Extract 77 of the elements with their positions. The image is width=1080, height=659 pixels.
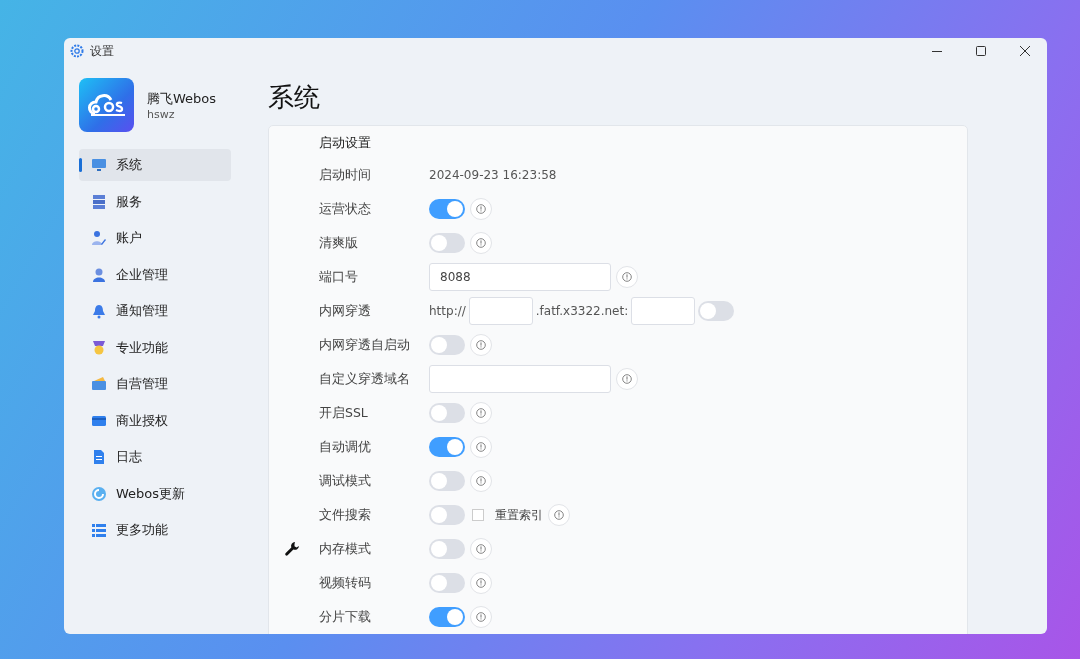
info-icon[interactable] xyxy=(470,334,492,356)
setting-label: 视频转码 xyxy=(319,574,372,592)
nav-icon xyxy=(91,339,107,356)
sidebar-item[interactable]: 自营管理 xyxy=(79,368,231,400)
app-name: 腾飞Webos xyxy=(147,89,217,108)
close-icon[interactable] xyxy=(1020,46,1030,56)
sidebar-item[interactable]: 系统 xyxy=(79,149,231,181)
info-icon[interactable] xyxy=(616,368,638,390)
setting-label: 自动调优 xyxy=(319,438,372,456)
info-icon[interactable] xyxy=(470,232,492,254)
info-icon[interactable] xyxy=(470,606,492,628)
sidebar-item[interactable]: 企业管理 xyxy=(79,258,231,291)
sidebar-item[interactable]: Webos更新 xyxy=(79,477,231,510)
app-logo xyxy=(79,78,134,132)
toggle-switch[interactable] xyxy=(429,607,465,627)
nav-icon xyxy=(91,303,107,319)
wrench-icon xyxy=(284,541,300,557)
nav-icon xyxy=(91,157,107,173)
sidebar-item[interactable]: 日志 xyxy=(79,441,231,473)
toggle-switch[interactable] xyxy=(698,301,735,321)
info-icon[interactable] xyxy=(470,470,492,492)
domain-text: .fatf.x3322.net: xyxy=(535,304,629,318)
setting-label: 自定义穿透域名 xyxy=(319,370,411,388)
setting-label: 内网穿透 xyxy=(319,302,372,320)
nav-icon xyxy=(91,449,107,465)
info-icon[interactable] xyxy=(548,504,570,526)
setting-label: 清爽版 xyxy=(319,234,359,252)
sidebar-item[interactable]: 专业功能 xyxy=(79,331,231,364)
subdomain-field[interactable] xyxy=(468,297,533,325)
setting-label: 分片下载 xyxy=(319,608,372,626)
toggle-switch[interactable] xyxy=(429,539,465,559)
toggle-switch[interactable] xyxy=(429,573,465,593)
nav-icon xyxy=(91,522,107,538)
maximize-icon[interactable] xyxy=(976,46,986,56)
toggle-switch[interactable] xyxy=(429,403,465,423)
setting-label: 调试模式 xyxy=(319,472,372,490)
port-field[interactable] xyxy=(631,297,696,325)
toggle-switch[interactable] xyxy=(429,505,465,525)
url-prefix: http:// xyxy=(429,304,466,318)
info-icon[interactable] xyxy=(470,402,492,424)
page-title: 系统 xyxy=(268,81,321,114)
value-text: 2024-09-23 16:23:58 xyxy=(429,168,557,182)
toggle-switch[interactable] xyxy=(429,437,465,457)
toggle-switch[interactable] xyxy=(429,233,465,253)
nav-icon xyxy=(91,193,107,210)
info-icon[interactable] xyxy=(470,572,492,594)
setting-label: 运营状态 xyxy=(319,200,372,218)
nav-icon xyxy=(91,266,107,283)
info-icon[interactable] xyxy=(616,266,638,288)
text-field[interactable] xyxy=(429,365,611,393)
checkbox[interactable] xyxy=(472,509,484,521)
info-icon[interactable] xyxy=(470,436,492,458)
nav-icon xyxy=(91,485,107,502)
setting-label: 文件搜索 xyxy=(319,506,372,524)
username: hswz xyxy=(147,107,176,121)
nav-icon xyxy=(91,376,107,392)
sidebar-item[interactable]: 服务 xyxy=(79,185,231,218)
sidebar-item[interactable]: 商业授权 xyxy=(79,404,231,437)
section-title: 启动设置 xyxy=(319,134,371,152)
setting-label: 内存模式 xyxy=(319,540,372,558)
info-icon[interactable] xyxy=(470,538,492,560)
window-title: 设置 xyxy=(90,42,114,60)
toggle-switch[interactable] xyxy=(429,335,465,355)
setting-label: 开启SSL xyxy=(319,404,369,422)
nav-icon xyxy=(91,230,107,246)
setting-label: 启动时间 xyxy=(319,166,372,184)
toggle-switch[interactable] xyxy=(429,471,465,491)
setting-label: 内网穿透自启动 xyxy=(319,336,411,354)
settings-icon xyxy=(70,44,84,58)
info-icon[interactable] xyxy=(470,198,492,220)
checkbox-label: 重置索引 xyxy=(495,506,543,524)
sidebar-item[interactable]: 更多功能 xyxy=(79,514,231,546)
setting-label: 端口号 xyxy=(319,268,359,286)
sidebar-item[interactable]: 通知管理 xyxy=(79,295,231,327)
text-field[interactable]: 8088 xyxy=(429,263,611,291)
sidebar-item[interactable]: 账户 xyxy=(79,222,231,254)
toggle-switch[interactable] xyxy=(429,199,465,219)
